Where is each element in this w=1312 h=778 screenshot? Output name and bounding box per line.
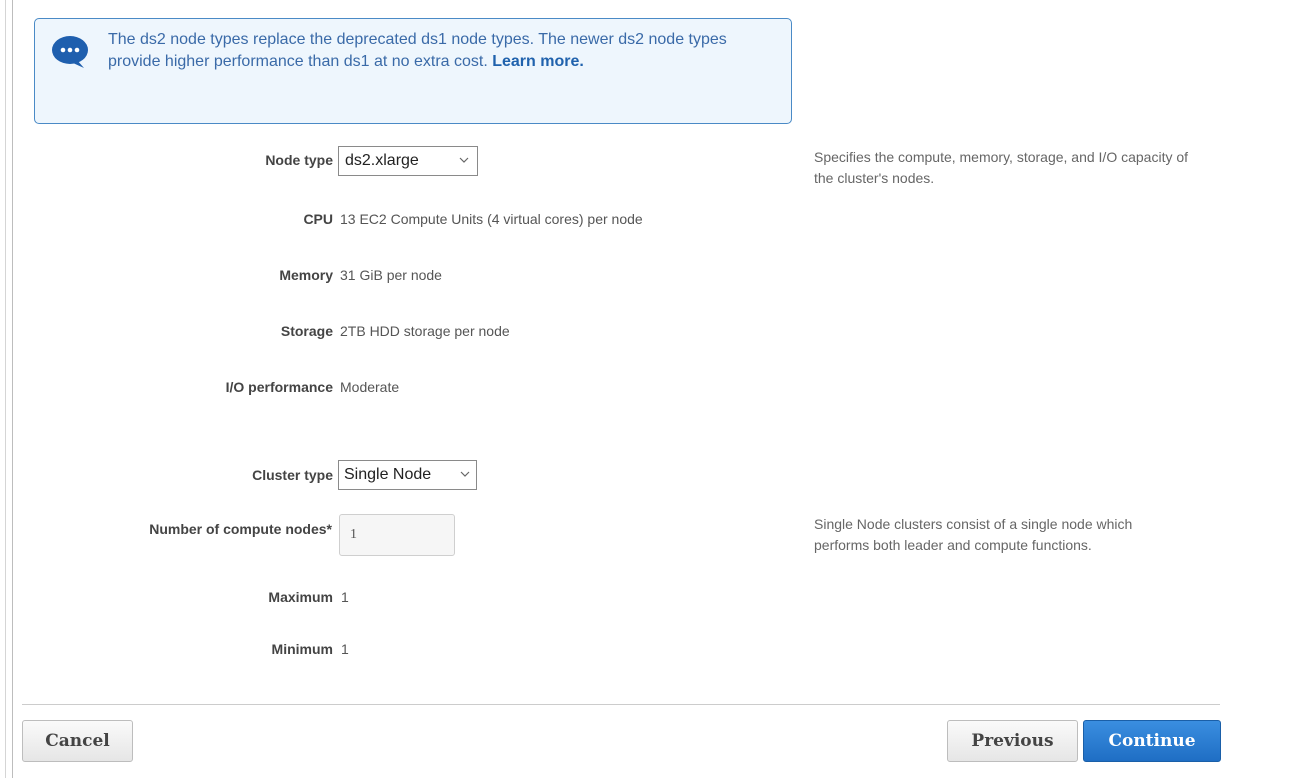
speech-bubble-icon bbox=[52, 36, 88, 68]
storage-value: 2TB HDD storage per node bbox=[340, 323, 510, 339]
node-type-select[interactable]: ds2.xlarge bbox=[338, 146, 478, 176]
storage-label: Storage bbox=[280, 323, 333, 339]
node-type-help: Specifies the compute, memory, storage, … bbox=[814, 149, 1189, 186]
compute-nodes-input[interactable] bbox=[339, 514, 455, 556]
cpu-value: 13 EC2 Compute Units (4 virtual cores) p… bbox=[340, 211, 643, 227]
maximum-value: 1 bbox=[341, 589, 349, 605]
info-banner: The ds2 node types replace the deprecate… bbox=[34, 18, 792, 124]
memory-value: 31 GiB per node bbox=[340, 267, 442, 283]
cpu-label: CPU bbox=[303, 211, 333, 227]
minimum-value: 1 bbox=[341, 641, 349, 657]
cluster-type-value: Single Node bbox=[344, 466, 432, 483]
page-border-line bbox=[5, 0, 6, 778]
info-banner-text: The ds2 node types replace the deprecate… bbox=[108, 29, 778, 73]
info-banner-message: The ds2 node types replace the deprecate… bbox=[108, 31, 727, 70]
memory-label: Memory bbox=[279, 267, 333, 283]
learn-more-link[interactable]: Learn more. bbox=[492, 53, 584, 70]
compute-nodes-help: Single Node clusters consist of a single… bbox=[814, 516, 1133, 553]
compute-nodes-label: Number of compute nodes* bbox=[149, 521, 332, 537]
io-performance-value: Moderate bbox=[340, 379, 400, 395]
cluster-type-select[interactable]: Single Node bbox=[338, 460, 477, 490]
chevron-down-icon bbox=[460, 471, 470, 477]
minimum-label: Minimum bbox=[271, 641, 333, 657]
node-type-value: ds2.xlarge bbox=[345, 152, 419, 169]
io-performance-label: I/O performance bbox=[225, 379, 333, 395]
continue-button[interactable]: Continue bbox=[1083, 720, 1221, 762]
page-border-line bbox=[12, 0, 13, 778]
chevron-down-icon bbox=[459, 157, 469, 163]
cancel-button[interactable]: Cancel bbox=[22, 720, 133, 762]
node-type-label: Node type bbox=[265, 152, 333, 168]
maximum-label: Maximum bbox=[268, 589, 333, 605]
footer-divider bbox=[22, 704, 1220, 705]
previous-button[interactable]: Previous bbox=[947, 720, 1078, 762]
cluster-type-label: Cluster type bbox=[252, 467, 333, 483]
